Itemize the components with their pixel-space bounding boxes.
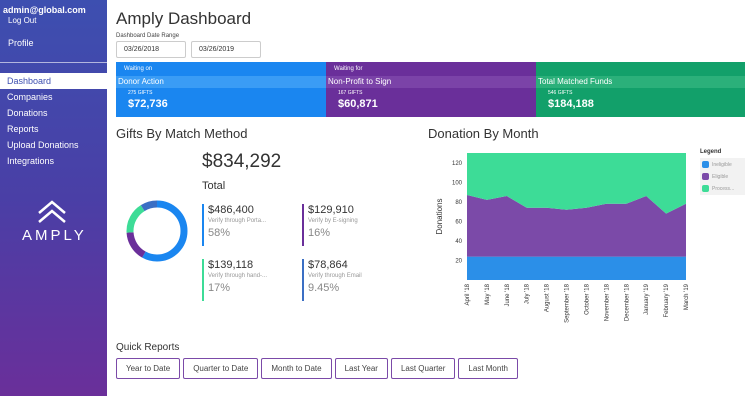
sidebar-item-dashboard[interactable]: Dashboard bbox=[0, 73, 107, 89]
x-tick-label: September '18 bbox=[565, 283, 571, 322]
y-axis-label: Donations bbox=[435, 198, 444, 234]
quarter-to-date-button[interactable]: Quarter to Date bbox=[183, 358, 259, 379]
method-description: Verify by E-signing bbox=[308, 218, 358, 224]
year-to-date-button[interactable]: Year to Date bbox=[116, 358, 181, 379]
x-tick-label: April '18 bbox=[465, 283, 471, 305]
x-tick-label: October '18 bbox=[584, 283, 590, 314]
user-email: admin@global.com bbox=[3, 5, 86, 15]
x-tick-label: May '18 bbox=[485, 283, 491, 304]
card-amount: $60,871 bbox=[338, 98, 378, 110]
card-title: Total Matched Funds bbox=[536, 76, 745, 88]
legend-label: Process... bbox=[712, 185, 735, 192]
method-email: $78,864 Verify through Email 9.45% bbox=[302, 259, 362, 301]
method-percent: 9.45% bbox=[308, 282, 340, 294]
last-year-button[interactable]: Last Year bbox=[334, 358, 388, 379]
legend-item-eligible[interactable]: Eligible bbox=[702, 173, 743, 180]
x-tick-label: June '18 bbox=[505, 283, 511, 306]
start-date-input[interactable]: 03/26/2018 bbox=[116, 41, 186, 58]
month-to-date-button[interactable]: Month to Date bbox=[261, 358, 332, 379]
card-gifts: 275 GIFTS bbox=[128, 90, 153, 96]
method-amount: $486,400 bbox=[208, 204, 254, 216]
card-gifts: 546 GIFTS bbox=[548, 90, 573, 96]
legend-item-ineligible[interactable]: Ineligible bbox=[702, 161, 743, 168]
sidebar-item-companies[interactable]: Companies bbox=[0, 89, 107, 105]
x-tick-label: July '18 bbox=[525, 283, 531, 304]
method-portal: $486,400 Verify through Porta... 58% bbox=[202, 204, 266, 246]
method-handwritten: $139,118 Verify through hand-... 17% bbox=[202, 259, 267, 301]
sidebar-item-reports[interactable]: Reports bbox=[0, 121, 107, 137]
sidebar-item-integrations[interactable]: Integrations bbox=[0, 153, 107, 169]
method-amount: $139,118 bbox=[208, 259, 254, 271]
legend-swatch bbox=[702, 185, 709, 192]
legend-label: Eligible bbox=[712, 173, 729, 180]
method-amount: $78,864 bbox=[308, 259, 348, 271]
sidebar: admin@global.com Log Out Profile Dashboa… bbox=[0, 0, 107, 396]
end-date-input[interactable]: 03/26/2019 bbox=[191, 41, 261, 58]
sidebar-divider bbox=[0, 62, 107, 63]
quick-reports-title: Quick Reports bbox=[116, 342, 180, 353]
card-non-profit-sign[interactable]: Waiting for Non-Profit to Sign 167 GIFTS… bbox=[326, 62, 536, 117]
page-title: Amply Dashboard bbox=[116, 9, 252, 28]
donation-area-chart: Donations 20 40 60 80 100 120 April '18 May '18 J… bbox=[435, 153, 690, 323]
legend-swatch bbox=[702, 161, 709, 168]
gifts-donut-chart bbox=[126, 200, 188, 262]
y-tick-label: 40 bbox=[455, 239, 462, 245]
gifts-total-label: Total bbox=[202, 180, 226, 192]
last-month-button[interactable]: Last Month bbox=[458, 358, 518, 379]
method-esign: $129,910 Verify by E-signing 16% bbox=[302, 204, 358, 246]
legend-label: Ineligible bbox=[712, 161, 732, 168]
area-series-ineligible bbox=[467, 256, 686, 280]
card-subtitle: Waiting for bbox=[334, 66, 363, 72]
method-percent: 17% bbox=[208, 282, 231, 294]
x-tick-label: February '19 bbox=[664, 283, 670, 317]
legend-title: Legend bbox=[700, 149, 722, 155]
x-tick-label: January '19 bbox=[644, 283, 650, 314]
method-description: Verify through Porta... bbox=[208, 218, 267, 224]
sidebar-item-donations[interactable]: Donations bbox=[0, 105, 107, 121]
chart-legend: Legend Ineligible Eligible Process... bbox=[700, 149, 745, 207]
method-percent: 58% bbox=[208, 227, 231, 239]
quick-reports-buttons: Year to Date Quarter to Date Month to Da… bbox=[116, 358, 521, 379]
legend-box: Ineligible Eligible Process... bbox=[700, 158, 745, 195]
card-subtitle: Waiting on bbox=[124, 66, 153, 72]
card-total-matched[interactable]: Total Matched Funds 546 GIFTS $184,188 bbox=[536, 62, 745, 117]
date-range-label: Dashboard Date Range bbox=[116, 33, 180, 39]
card-amount: $184,188 bbox=[548, 98, 594, 110]
gifts-by-method-title: Gifts By Match Method bbox=[116, 126, 248, 141]
x-tick-label: November '18 bbox=[604, 283, 610, 321]
sidebar-nav: Dashboard Companies Donations Reports Up… bbox=[0, 73, 107, 169]
donation-by-month-title: Donation By Month bbox=[428, 126, 539, 141]
method-amount: $129,910 bbox=[308, 204, 354, 216]
legend-swatch bbox=[702, 173, 709, 180]
sidebar-item-upload-donations[interactable]: Upload Donations bbox=[0, 137, 107, 153]
method-percent: 16% bbox=[308, 227, 331, 239]
method-description: Verify through hand-... bbox=[208, 273, 268, 279]
method-description: Verify through Email bbox=[308, 273, 362, 279]
x-tick-label: March '19 bbox=[684, 283, 690, 310]
card-gifts: 167 GIFTS bbox=[338, 90, 363, 96]
last-quarter-button[interactable]: Last Quarter bbox=[390, 358, 456, 379]
gifts-total: $834,292 bbox=[202, 151, 282, 172]
card-title: Donor Action bbox=[116, 76, 326, 88]
logout-link[interactable]: Log Out bbox=[8, 16, 36, 25]
x-tick-label: December '18 bbox=[624, 283, 630, 321]
card-title: Non-Profit to Sign bbox=[326, 76, 536, 88]
card-donor-action[interactable]: Waiting on Donor Action 275 GIFTS $72,73… bbox=[116, 62, 326, 117]
card-amount: $72,736 bbox=[128, 98, 168, 110]
legend-item-processing[interactable]: Process... bbox=[702, 185, 743, 192]
x-tick-label: August '18 bbox=[545, 283, 551, 312]
y-tick-label: 120 bbox=[452, 161, 463, 167]
card-subtitle bbox=[536, 62, 745, 76]
profile-link[interactable]: Profile bbox=[8, 38, 34, 48]
y-tick-label: 80 bbox=[455, 200, 462, 206]
y-tick-label: 20 bbox=[455, 258, 462, 264]
amply-logo-icon bbox=[38, 200, 66, 223]
y-tick-label: 100 bbox=[452, 180, 463, 186]
brand-name: AMPLY bbox=[22, 227, 87, 244]
y-tick-label: 60 bbox=[455, 219, 462, 225]
